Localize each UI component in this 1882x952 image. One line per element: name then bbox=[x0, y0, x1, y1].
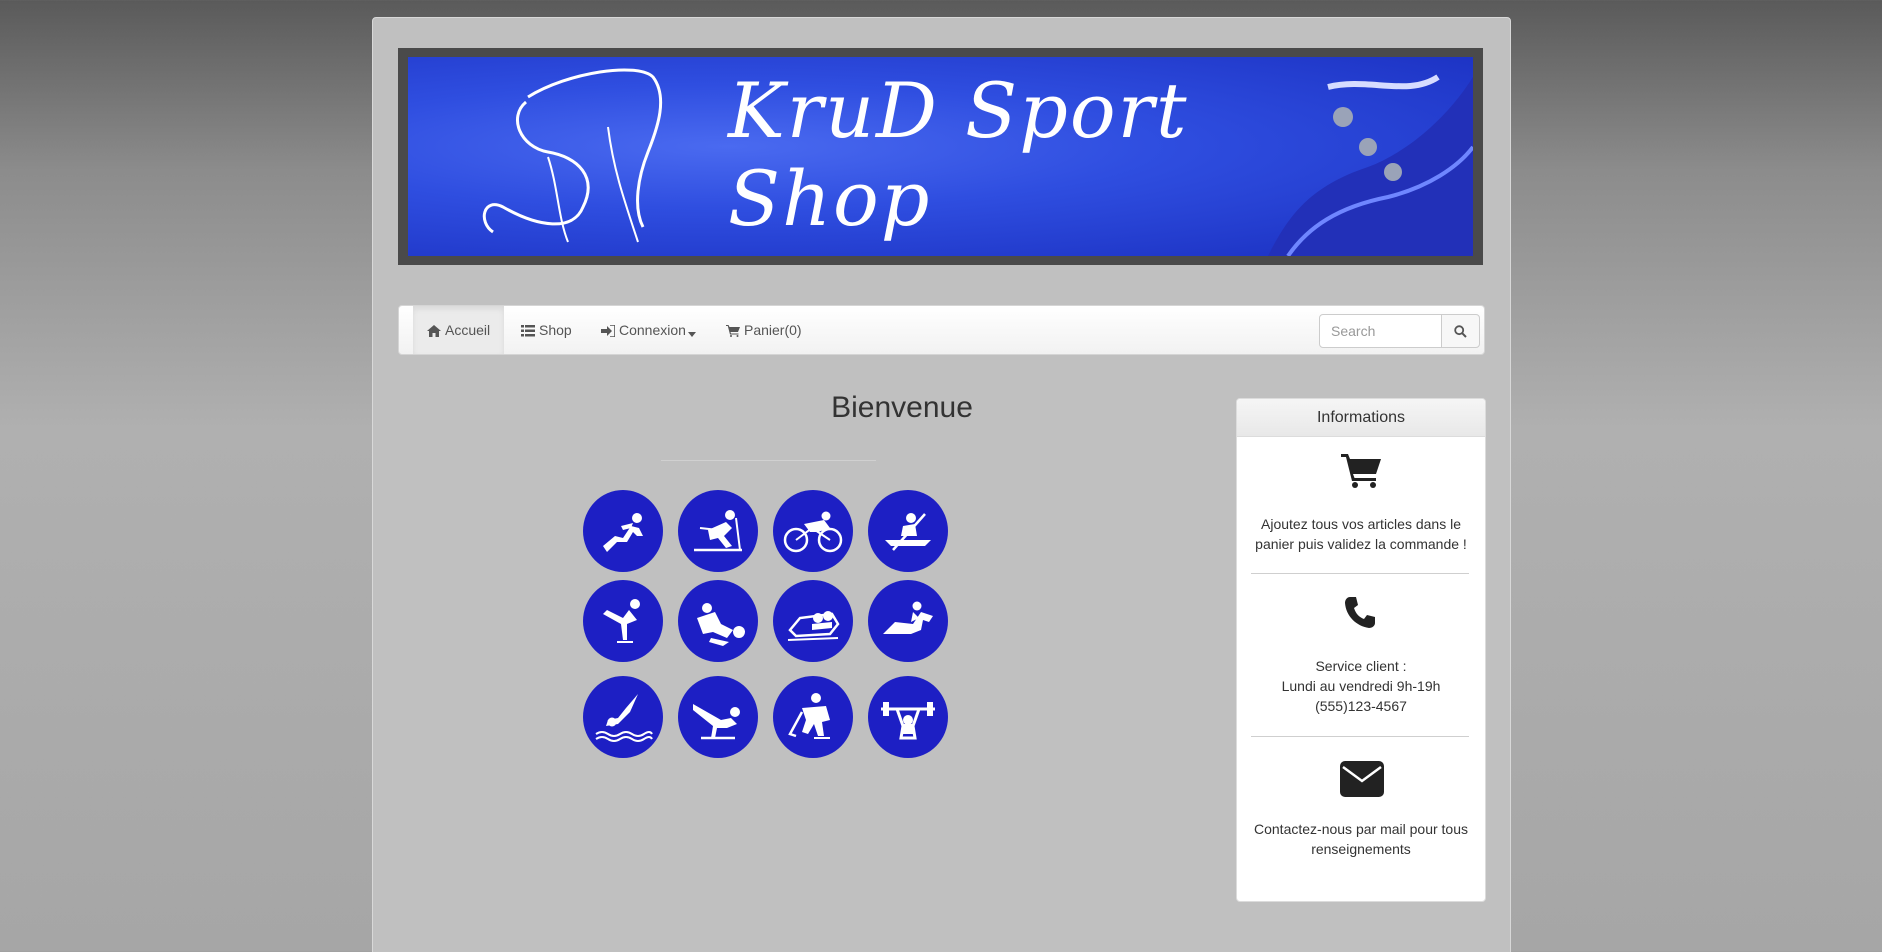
banner-title-line2: Shop bbox=[728, 154, 932, 243]
sign-in-icon bbox=[601, 324, 616, 338]
sport-diving-icon bbox=[583, 676, 663, 758]
banner-title: KruD Sport Shop bbox=[728, 67, 1189, 243]
shopping-cart-icon bbox=[1341, 454, 1381, 493]
mail-info-text: Contactez-nous par mail pour tous rensei… bbox=[1254, 821, 1468, 857]
nav-home-label: Accueil bbox=[445, 322, 491, 338]
sport-figure-skating-icon bbox=[583, 580, 663, 662]
phone-icon bbox=[1343, 595, 1377, 634]
nav-login-dropdown[interactable]: Connexion bbox=[601, 306, 696, 354]
list-icon bbox=[521, 325, 535, 337]
cart-info-text: Ajoutez tous vos articles dans le panier… bbox=[1255, 516, 1467, 552]
nav-shop[interactable]: Shop bbox=[521, 306, 572, 354]
sport-gymnastics-icon bbox=[678, 676, 758, 758]
service-hours: Lundi au vendredi 9h-19h bbox=[1281, 678, 1441, 694]
sport-cycling-icon bbox=[773, 490, 853, 572]
customer-service-info: Service client : Lundi au vendredi 9h-19… bbox=[1251, 656, 1471, 716]
main-navbar: Accueil Shop Connexion Panier(0) bbox=[398, 305, 1485, 355]
caret-down-icon bbox=[687, 332, 696, 337]
nav-cart-label: Panier(0) bbox=[744, 322, 802, 338]
page-container: KruD Sport Shop Accueil Shop Connexion P… bbox=[372, 17, 1511, 952]
service-phone: (555)123-4567 bbox=[1315, 698, 1407, 714]
search-button[interactable] bbox=[1441, 314, 1480, 348]
sport-bobsleigh-icon bbox=[773, 580, 853, 662]
welcome-heading: Bienvenue bbox=[831, 391, 973, 424]
sport-weightlifting-icon bbox=[868, 676, 948, 758]
sport-wrestling-icon bbox=[678, 580, 758, 662]
banner-title-line1: KruD Sport bbox=[728, 66, 1189, 155]
search-input[interactable] bbox=[1319, 314, 1442, 348]
sport-canoeing-icon bbox=[868, 490, 948, 572]
panel-title: Informations bbox=[1237, 399, 1485, 437]
cart-icon bbox=[726, 325, 740, 337]
service-label: Service client : bbox=[1315, 658, 1407, 674]
nav-cart[interactable]: Panier(0) bbox=[726, 306, 802, 354]
info-divider bbox=[1251, 573, 1469, 574]
search-icon bbox=[1454, 324, 1467, 338]
nav-shop-label: Shop bbox=[539, 322, 572, 338]
nav-home[interactable]: Accueil bbox=[413, 306, 505, 354]
shop-banner: KruD Sport Shop bbox=[398, 48, 1483, 265]
home-icon bbox=[427, 325, 441, 337]
informations-panel: Informations Ajoutez tous vos articles d… bbox=[1236, 398, 1486, 902]
sport-ice-hockey-icon bbox=[773, 676, 853, 758]
sport-running-icon bbox=[583, 490, 663, 572]
sport-cross-country-skiing-icon bbox=[678, 490, 758, 572]
nav-login-label: Connexion bbox=[619, 322, 686, 338]
sport-equestrian-icon bbox=[868, 580, 948, 662]
info-divider bbox=[1251, 736, 1469, 737]
welcome-divider bbox=[661, 460, 876, 461]
envelope-icon bbox=[1340, 761, 1384, 802]
